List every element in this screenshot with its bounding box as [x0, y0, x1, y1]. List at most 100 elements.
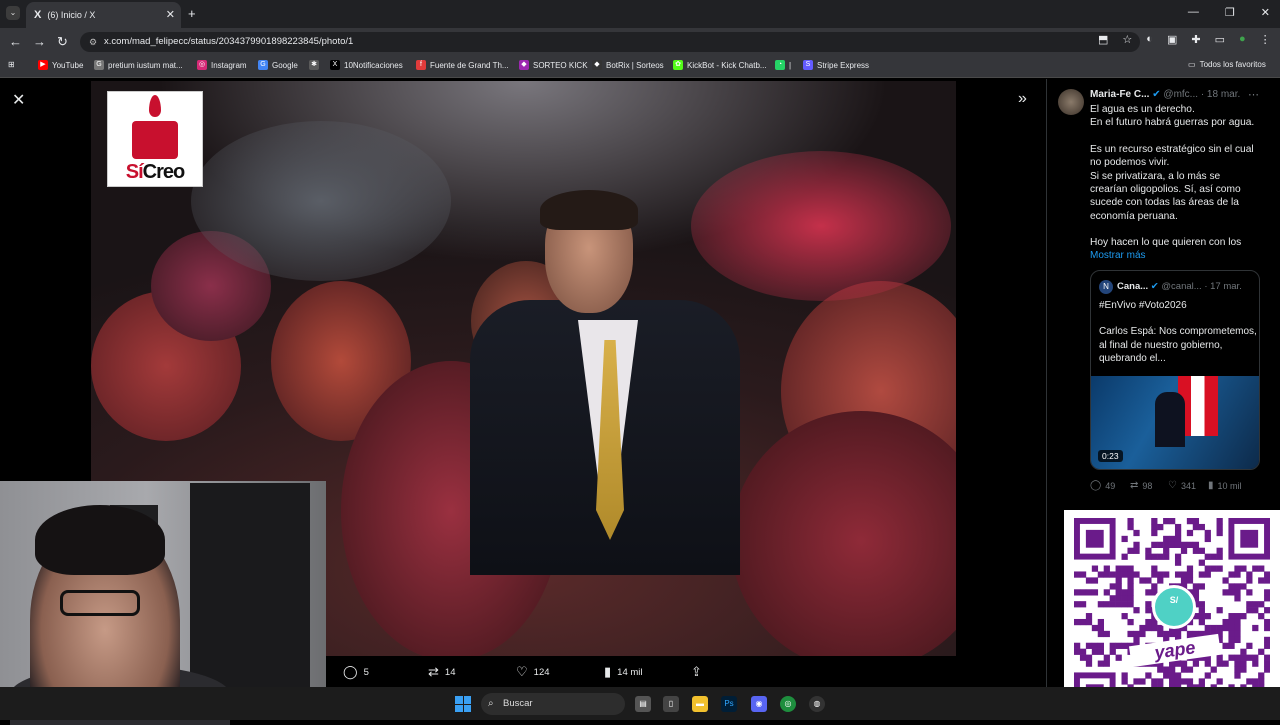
- qr-module: [1234, 571, 1241, 578]
- tab-close-icon[interactable]: ✕: [166, 8, 175, 21]
- chrome-icon[interactable]: ◎: [780, 696, 796, 712]
- qr-module: [1192, 589, 1200, 596]
- restore-button[interactable]: ❐: [1225, 6, 1235, 19]
- qr-module: [1127, 523, 1134, 531]
- all-favorites-folder[interactable]: ▭ Todos los favoritos: [1188, 60, 1266, 69]
- qr-module: [1234, 666, 1241, 673]
- quoted-tweet-text: #EnVivo #Voto2026 Carlos Espá: Nos compr…: [1099, 299, 1259, 366]
- qr-module: [1216, 660, 1223, 667]
- tab-search-button[interactable]: ⌄: [6, 6, 20, 20]
- extension-icon[interactable]: ◐: [1146, 33, 1153, 46]
- tweet-date[interactable]: · 18 mar.: [1201, 89, 1240, 100]
- qr-module: [1103, 630, 1110, 638]
- profile-avatar-icon[interactable]: ●: [1239, 33, 1246, 46]
- photoshop-icon[interactable]: Ps: [721, 696, 737, 712]
- qr-module: [1204, 565, 1211, 572]
- qr-module: [1264, 607, 1270, 614]
- extensions-puzzle-icon[interactable]: ✚: [1191, 33, 1200, 46]
- repost-button[interactable]: ⇄ 14: [428, 664, 455, 680]
- qr-module: [1198, 523, 1205, 531]
- qr-module: [1186, 666, 1194, 673]
- qr-module: [1234, 672, 1241, 679]
- views-button[interactable]: ▮ 14 mil: [604, 664, 643, 680]
- app-icon[interactable]: ▯: [663, 696, 679, 712]
- qr-module: [1198, 613, 1205, 620]
- file-explorer-icon[interactable]: ▬: [692, 696, 708, 712]
- bookmark-item[interactable]: ◆ SORTEO KICK: [519, 60, 588, 70]
- task-view-icon[interactable]: ▤: [635, 696, 651, 712]
- show-more-link[interactable]: Mostrar más: [1090, 250, 1146, 261]
- qr-module: [1222, 589, 1229, 596]
- browser-menu-icon[interactable]: ⋮: [1260, 33, 1271, 46]
- qr-module: [1145, 672, 1152, 679]
- reply-button[interactable]: ◯ 5: [343, 664, 369, 680]
- apps-grid-icon[interactable]: ⊞: [8, 60, 15, 69]
- qr-module: [1180, 547, 1188, 554]
- qr-module: [1216, 547, 1223, 554]
- close-window-button[interactable]: ✕: [1261, 6, 1270, 19]
- tweet-paragraph: Hoy hacen lo que quieren con los: [1090, 237, 1242, 249]
- taskbar-search[interactable]: ⌕ Buscar: [481, 693, 625, 715]
- split-view-icon[interactable]: ▭: [1215, 33, 1225, 46]
- more-options-icon[interactable]: ⋯: [1248, 88, 1259, 101]
- tweet-views-button[interactable]: ▮ 10 mil: [1208, 480, 1242, 491]
- bookmark-item[interactable]: ▶ YouTube: [38, 60, 83, 70]
- bookmark-item[interactable]: G Google: [258, 60, 298, 70]
- close-viewer-button[interactable]: ✕: [12, 90, 25, 110]
- bookmark-label: pretium iustum mat...: [108, 60, 183, 70]
- bookmark-favicon-icon: S: [803, 60, 813, 70]
- bookmark-item[interactable]: X 10Notificaciones: [330, 60, 403, 70]
- bookmark-item[interactable]: ◎ Instagram: [197, 60, 247, 70]
- qr-module: [1121, 571, 1128, 578]
- author-name[interactable]: Maria-Fe C...: [1090, 89, 1149, 100]
- like-button[interactable]: ♡ 124: [516, 664, 550, 680]
- tweet-like-button[interactable]: ♡ 341: [1168, 480, 1196, 491]
- bookmark-item[interactable]: ✿ KickBot - Kick Chatb...: [673, 60, 767, 70]
- tweet-reply-count: 49: [1105, 480, 1116, 491]
- qr-module: [1109, 571, 1116, 578]
- qr-module: [1103, 601, 1110, 608]
- bookmark-item[interactable]: ✱: [309, 60, 323, 70]
- forward-button[interactable]: →: [33, 34, 46, 49]
- minimize-button[interactable]: —: [1188, 6, 1199, 19]
- discord-icon[interactable]: ◉: [751, 696, 767, 712]
- qr-module: [1121, 589, 1128, 596]
- qr-module: [1103, 571, 1110, 578]
- qr-module: [1192, 547, 1200, 554]
- bookmark-item[interactable]: Gpretium iustum mat...: [94, 60, 183, 70]
- bookmark-star-icon[interactable]: ☆: [1122, 33, 1132, 46]
- obs-icon[interactable]: ◍: [809, 696, 825, 712]
- qr-module: [1163, 518, 1170, 525]
- reply-icon: ◯: [343, 664, 358, 679]
- expand-panel-button[interactable]: »: [1018, 90, 1027, 108]
- site-info-icon[interactable]: ⚙: [89, 32, 97, 52]
- windows-start-icon[interactable]: [455, 696, 471, 712]
- tweet-reply-button[interactable]: ◯ 49: [1090, 480, 1115, 491]
- qr-module: [1169, 666, 1176, 673]
- bookmark-item[interactable]: f Fuente de Grand Th...: [416, 60, 509, 70]
- active-tab[interactable]: X (6) Inicio / X ✕: [26, 2, 181, 28]
- address-bar[interactable]: ⚙ x.com/mad_felipecc/status/203437990189…: [80, 32, 1140, 52]
- bookmark-item[interactable]: S Stripe Express: [803, 60, 869, 70]
- bookmark-item[interactable]: ◔ |: [775, 60, 791, 70]
- install-app-icon[interactable]: ⬒: [1098, 33, 1108, 46]
- extension-icon-2[interactable]: ▣: [1167, 33, 1177, 46]
- share-button[interactable]: ⇪: [691, 664, 708, 680]
- qr-module: [1121, 601, 1128, 608]
- author-avatar[interactable]: [1058, 89, 1084, 115]
- author-handle[interactable]: @mfc...: [1163, 89, 1198, 100]
- new-tab-button[interactable]: +: [188, 6, 196, 21]
- qr-module: [1228, 613, 1235, 620]
- qr-module: [1222, 642, 1229, 649]
- qr-module: [1246, 642, 1253, 649]
- reload-button[interactable]: ↻: [57, 34, 68, 50]
- bookmark-item[interactable]: ◆ BotRix | Sorteos: [592, 60, 664, 70]
- bookmark-favicon-icon: X: [330, 60, 340, 70]
- qr-module: [1180, 678, 1188, 685]
- back-button[interactable]: ←: [9, 34, 22, 49]
- qr-module: [1246, 601, 1253, 608]
- tweet-repost-button[interactable]: ⇄ 98: [1130, 480, 1152, 491]
- qr-module: [1252, 624, 1259, 632]
- qr-module: [1264, 618, 1270, 626]
- qr-module: [1139, 577, 1146, 584]
